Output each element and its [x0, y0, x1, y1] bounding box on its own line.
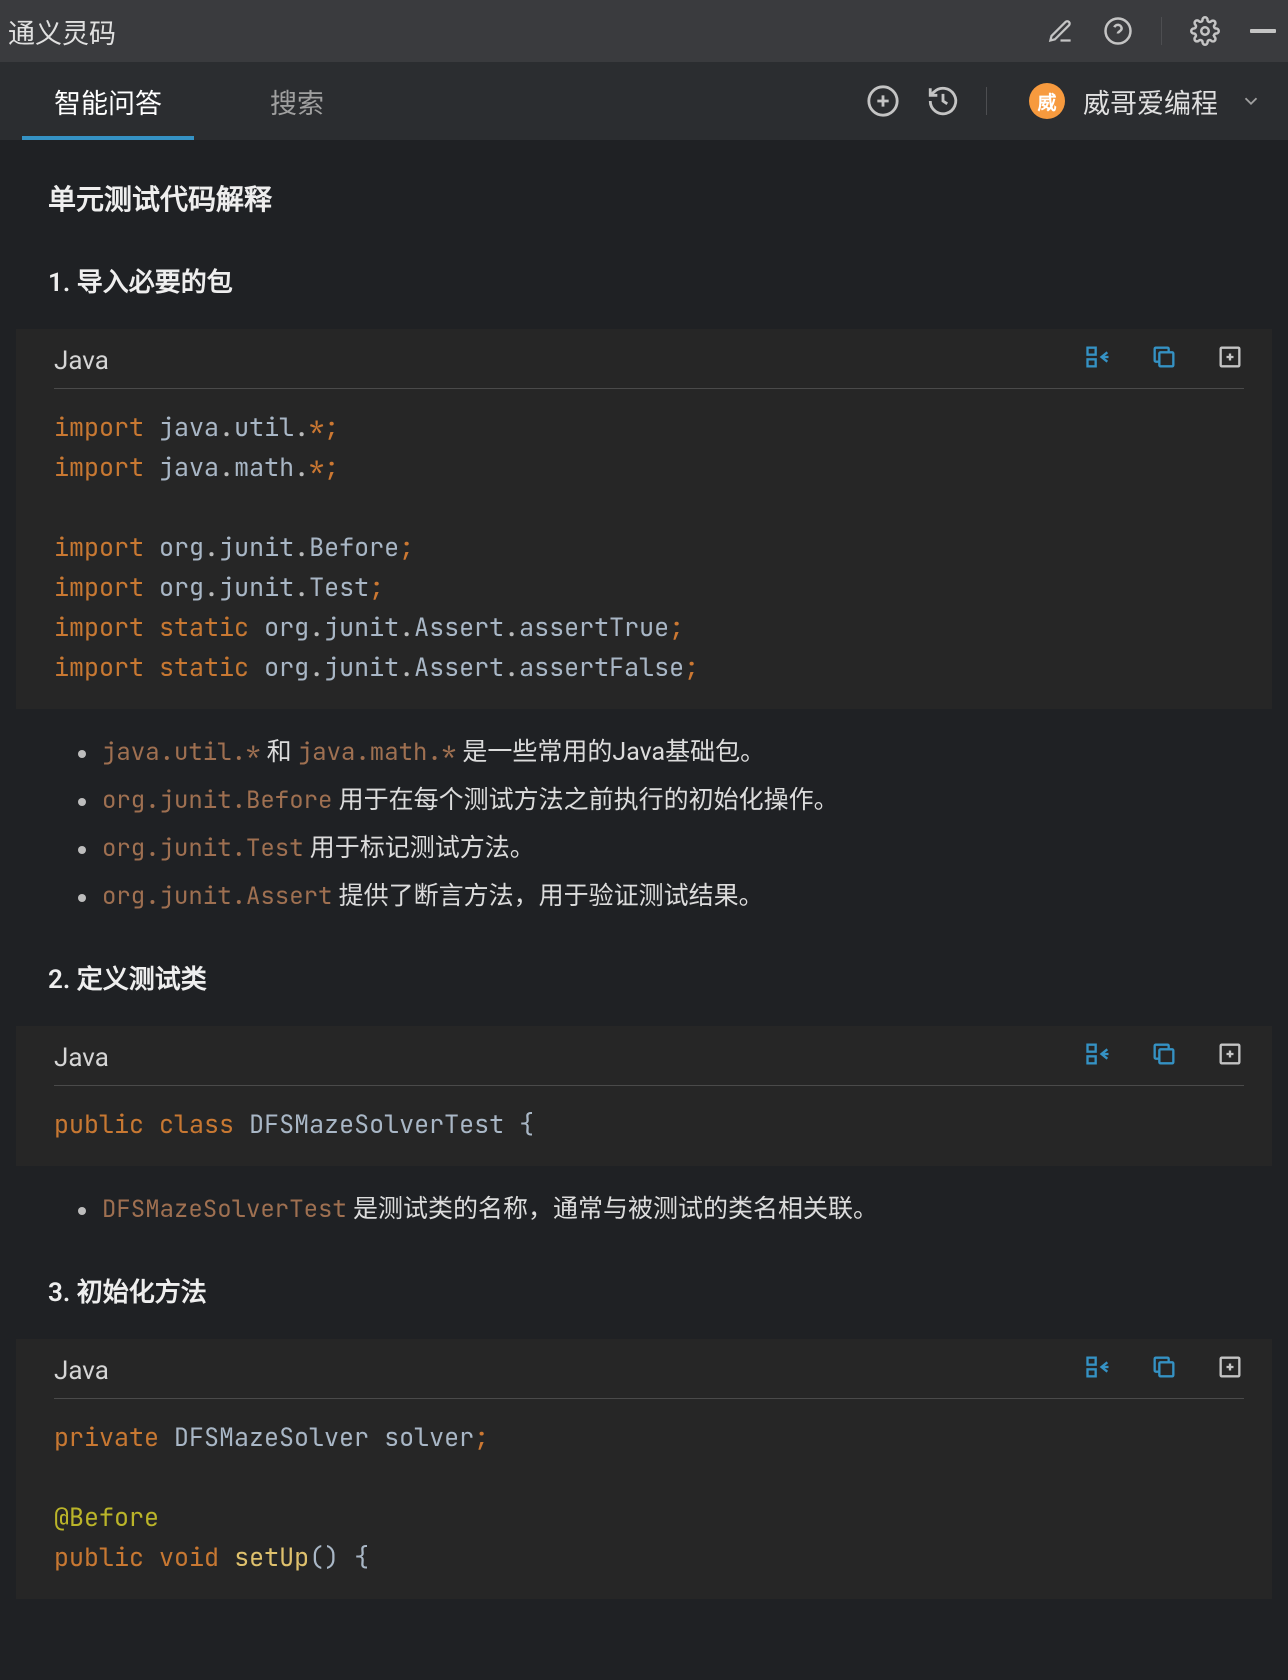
- new-chat-icon[interactable]: [866, 84, 900, 118]
- bullet-list-2: DFSMazeSolverTest 是测试类的名称，通常与被测试的类名相关联。: [66, 1192, 1272, 1228]
- content: 单元测试代码解释 1. 导入必要的包 Java im: [0, 178, 1288, 1599]
- tabs-bar: 智能问答 搜索 威 威哥爱编程: [0, 62, 1288, 140]
- code-block-3: Java private DFSMazeSolver solver; @Befo…: [16, 1339, 1272, 1599]
- bullet-list-1: java.util.* 和 java.math.* 是一些常用的Java基础包。…: [66, 735, 1272, 915]
- copy-icon[interactable]: [1150, 1353, 1178, 1388]
- list-item: org.junit.Test 用于标记测试方法。: [66, 831, 1272, 867]
- divider: [1161, 17, 1162, 45]
- new-file-icon[interactable]: [1216, 1353, 1244, 1388]
- list-item: org.junit.Assert 提供了断言方法，用于验证测试结果。: [66, 879, 1272, 915]
- subheading-2: 2. 定义测试类: [48, 959, 1272, 996]
- new-file-icon[interactable]: [1216, 343, 1244, 378]
- history-icon[interactable]: [926, 84, 960, 118]
- chevron-down-icon: [1236, 86, 1266, 116]
- insert-icon[interactable]: [1084, 1353, 1112, 1388]
- code-lang-label: Java: [54, 346, 109, 376]
- avatar: 威: [1029, 83, 1065, 119]
- subheading-3: 3. 初始化方法: [48, 1272, 1272, 1309]
- code-content-1: import java.util.*; import java.math.*; …: [20, 389, 1272, 709]
- new-file-icon[interactable]: [1216, 1040, 1244, 1075]
- subheading-1: 1. 导入必要的包: [48, 262, 1272, 299]
- username: 威哥爱编程: [1083, 82, 1218, 121]
- help-icon[interactable]: [1103, 16, 1133, 46]
- code-lang-label: Java: [54, 1043, 109, 1073]
- list-item: org.junit.Before 用于在每个测试方法之前执行的初始化操作。: [66, 783, 1272, 819]
- divider: [986, 87, 987, 115]
- list-item: java.util.* 和 java.math.* 是一些常用的Java基础包。: [66, 735, 1272, 771]
- copy-icon[interactable]: [1150, 1040, 1178, 1075]
- titlebar: 通义灵码: [0, 0, 1288, 62]
- app-title: 通义灵码: [8, 12, 116, 51]
- tab-qa[interactable]: 智能问答: [0, 62, 216, 140]
- tab-search[interactable]: 搜索: [216, 62, 378, 140]
- gear-icon[interactable]: [1190, 16, 1220, 46]
- insert-icon[interactable]: [1084, 1040, 1112, 1075]
- code-content-3: private DFSMazeSolver solver; @Before pu…: [20, 1399, 1272, 1599]
- minimize-icon[interactable]: [1248, 16, 1278, 46]
- code-block-1: Java import java.util.*; import java.mat…: [16, 329, 1272, 709]
- insert-icon[interactable]: [1084, 343, 1112, 378]
- section-title: 单元测试代码解释: [48, 178, 1272, 218]
- edit-icon[interactable]: [1045, 16, 1075, 46]
- app-window: 通义灵码 智能问答 搜索: [0, 0, 1288, 1680]
- copy-icon[interactable]: [1150, 343, 1178, 378]
- titlebar-actions: [1045, 16, 1278, 46]
- code-content-2: public class DFSMazeSolverTest {: [20, 1086, 1272, 1166]
- code-lang-label: Java: [54, 1356, 109, 1386]
- list-item: DFSMazeSolverTest 是测试类的名称，通常与被测试的类名相关联。: [66, 1192, 1272, 1228]
- user-menu[interactable]: 威 威哥爱编程: [1029, 82, 1266, 121]
- code-block-2: Java public class DFSMazeSolverTest {: [16, 1026, 1272, 1166]
